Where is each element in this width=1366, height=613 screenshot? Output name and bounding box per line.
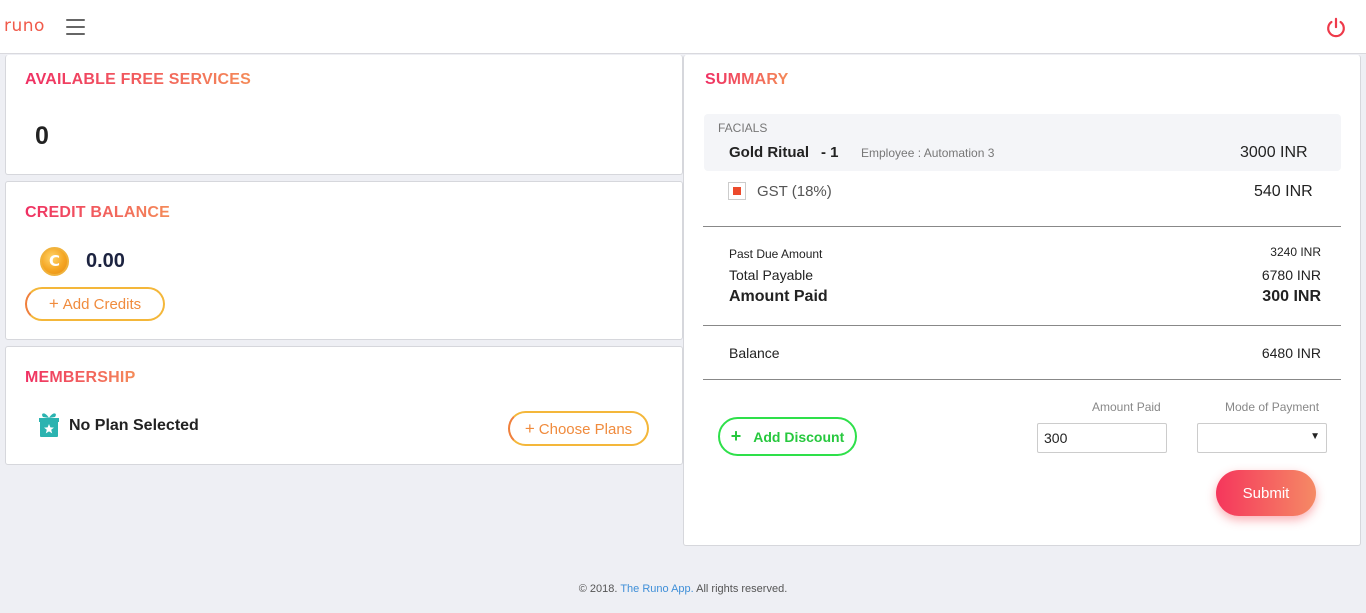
balance-label: Balance bbox=[729, 345, 780, 361]
divider bbox=[703, 226, 1341, 227]
balance-value: 6480 INR bbox=[1261, 345, 1321, 361]
summary-title: SUMMARY bbox=[705, 71, 789, 88]
coin-icon: C bbox=[40, 247, 69, 276]
gst-label: GST (18%) bbox=[757, 183, 832, 200]
menu-icon[interactable] bbox=[66, 19, 85, 35]
amount-paid-value: 300 INR bbox=[1262, 288, 1321, 305]
total-payable-label: Total Payable bbox=[729, 267, 814, 283]
divider bbox=[703, 379, 1341, 380]
dropdown-arrow-icon: ▼ bbox=[1310, 431, 1320, 442]
amount-paid-input[interactable] bbox=[1037, 423, 1167, 453]
service-name: Gold Ritual bbox=[729, 144, 809, 161]
submit-button[interactable]: Submit bbox=[1216, 470, 1316, 516]
power-icon[interactable] bbox=[1325, 17, 1347, 39]
summary-card: SUMMARY FACIALS Gold Ritual - 1 Employee… bbox=[683, 55, 1361, 546]
plus-icon: + bbox=[730, 426, 742, 446]
free-services-title: AVAILABLE FREE SERVICES bbox=[25, 71, 251, 88]
credit-balance-value: 0.00 bbox=[86, 250, 125, 272]
free-services-card: AVAILABLE FREE SERVICES 0 bbox=[5, 55, 683, 175]
membership-card: MEMBERSHIP No Plan Selected + Choose Plan… bbox=[5, 346, 683, 465]
app-logo[interactable]: runo bbox=[4, 16, 45, 36]
membership-plan: No Plan Selected bbox=[69, 417, 199, 434]
plus-icon: + bbox=[524, 419, 535, 438]
add-discount-button[interactable]: + Add Discount bbox=[718, 417, 857, 456]
credit-balance-card: CREDIT BALANCE C 0.00 + Add Credits bbox=[5, 181, 683, 340]
gst-checkbox[interactable] bbox=[728, 182, 746, 200]
divider bbox=[703, 325, 1341, 326]
add-credits-button[interactable]: + Add Credits bbox=[25, 287, 165, 321]
service-category: FACIALS bbox=[718, 121, 768, 135]
membership-title: MEMBERSHIP bbox=[25, 369, 136, 386]
service-quantity: - 1 bbox=[821, 144, 839, 161]
amount-paid-field-label: Amount Paid bbox=[1092, 400, 1161, 414]
runo-app-link[interactable]: The Runo App. bbox=[620, 583, 693, 595]
credit-balance-title: CREDIT BALANCE bbox=[25, 204, 171, 221]
service-amount: 3000 INR bbox=[1240, 144, 1308, 161]
footer: © 2018. The Runo App. All rights reserve… bbox=[578, 583, 788, 595]
service-item-box: FACIALS Gold Ritual - 1 Employee : Autom… bbox=[704, 114, 1341, 171]
past-due-value: 3240 INR bbox=[1270, 245, 1321, 259]
plus-icon: + bbox=[48, 294, 59, 313]
mode-of-payment-label: Mode of Payment bbox=[1225, 400, 1320, 414]
top-bar: runo bbox=[0, 0, 1366, 54]
free-services-count: 0 bbox=[35, 122, 49, 150]
mode-of-payment-select[interactable]: ▼ bbox=[1197, 423, 1327, 453]
gst-amount: 540 INR bbox=[1254, 183, 1313, 200]
total-payable-value: 6780 INR bbox=[1261, 267, 1321, 283]
past-due-label: Past Due Amount bbox=[729, 247, 823, 261]
gift-icon bbox=[39, 413, 59, 437]
service-employee: Employee : Automation 3 bbox=[861, 146, 995, 160]
choose-plans-button[interactable]: + Choose Plans bbox=[508, 411, 649, 446]
amount-paid-label: Amount Paid bbox=[729, 288, 828, 305]
